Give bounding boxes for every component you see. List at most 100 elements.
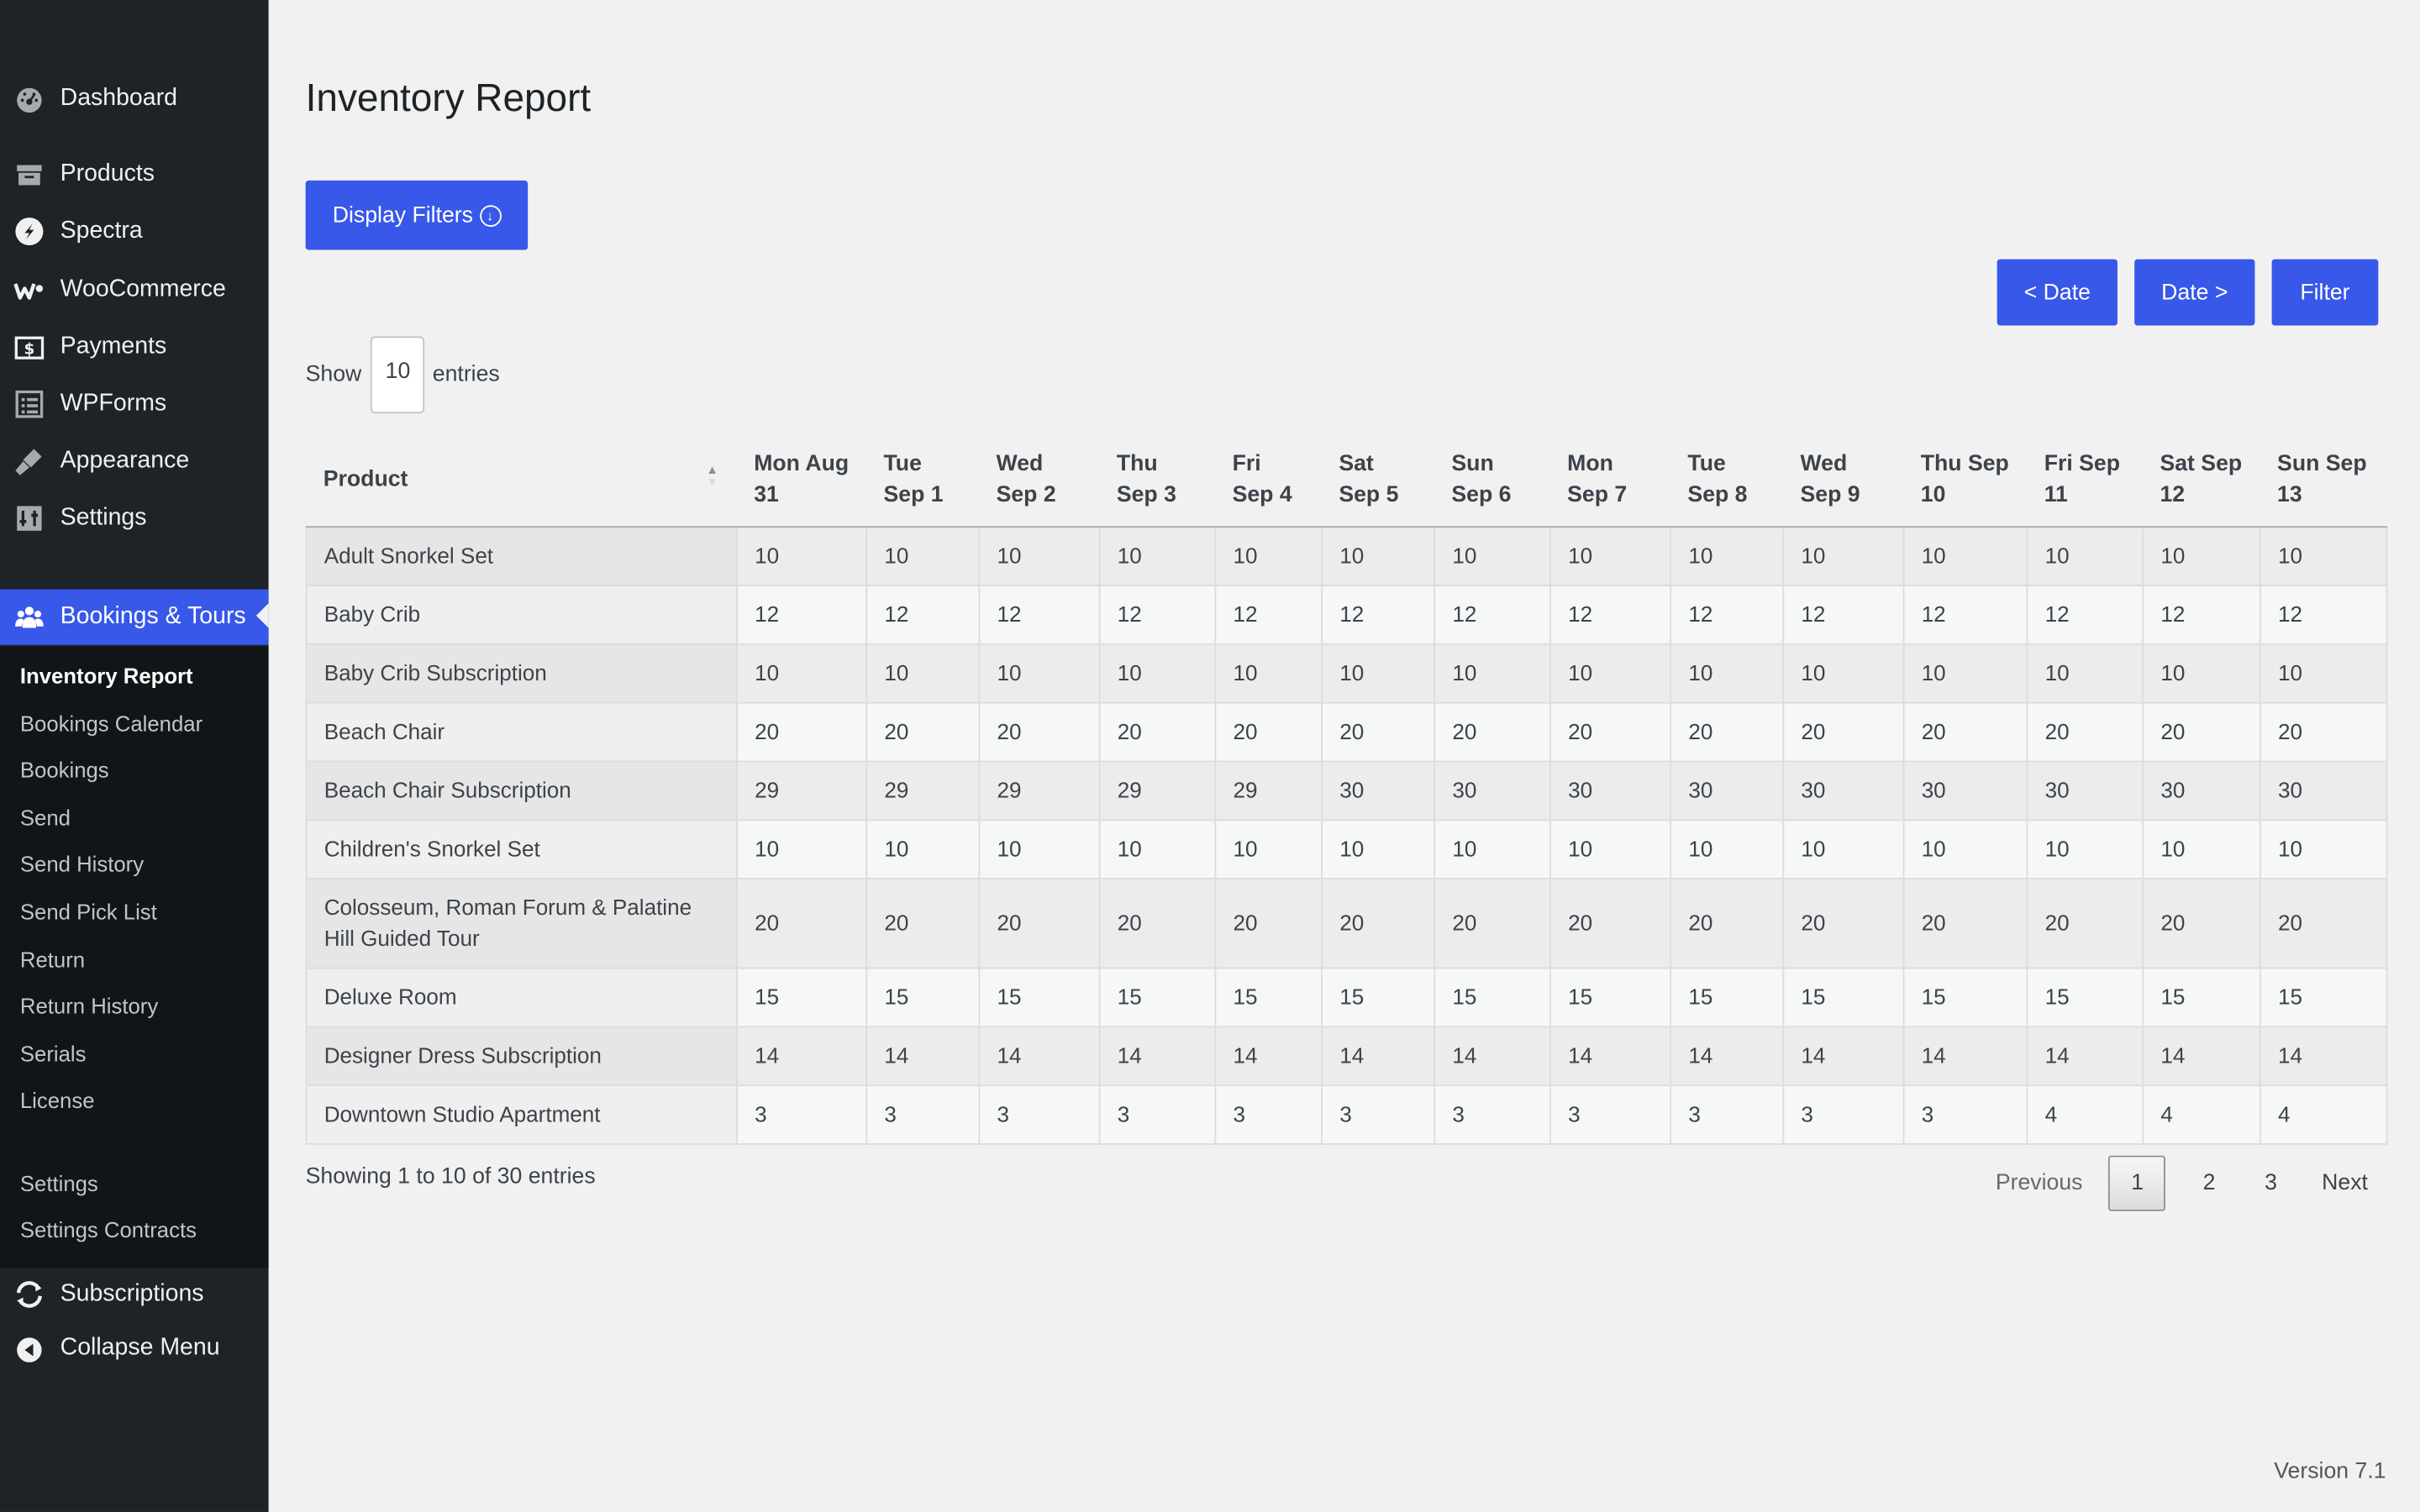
submenu-item-bookings[interactable]: Bookings: [20, 758, 109, 782]
submenu-item-send[interactable]: Send: [20, 806, 71, 830]
inventory-cell: 12: [1321, 585, 1436, 645]
menu-item-spectra[interactable]: Spectra: [0, 205, 269, 257]
column-header-date[interactable]: Fri Sep 4: [1215, 433, 1323, 528]
menu-label: Appearance: [60, 447, 190, 474]
inventory-cell: 10: [978, 819, 1101, 879]
product-cell: Deluxe Room: [305, 967, 738, 1028]
collapse-icon: [14, 1333, 45, 1364]
column-header-product[interactable]: Product ▲ ▼: [306, 433, 738, 528]
submenu-item-inventory-report[interactable]: Inventory Report: [20, 664, 193, 688]
submenu-item-send-pick-list[interactable]: Send Pick List: [20, 900, 157, 924]
inventory-cell: 30: [2142, 760, 2261, 822]
inventory-cell: 15: [2026, 967, 2144, 1028]
column-header-date[interactable]: Tue Sep 8: [1670, 433, 1784, 528]
column-header-date[interactable]: Thu Sep 3: [1099, 433, 1216, 528]
submenu-item-settings-contracts[interactable]: Settings Contracts: [20, 1217, 197, 1242]
inventory-cell: 20: [736, 878, 868, 969]
entries-length-select[interactable]: 10: [371, 336, 425, 414]
date-next-button[interactable]: Date >: [2134, 259, 2255, 326]
pagination-page-3[interactable]: 3: [2246, 1156, 2296, 1211]
column-header-line: Mon Aug: [754, 452, 850, 477]
column-header-line: 13: [2277, 482, 2302, 508]
submenu-item-settings[interactable]: Settings: [20, 1171, 98, 1195]
column-header-line: Wed: [1800, 452, 1848, 477]
submenu-item-license[interactable]: License: [20, 1088, 95, 1112]
pagination-previous[interactable]: Previous: [1981, 1156, 2096, 1211]
inventory-cell: 30: [1782, 760, 1905, 822]
menu-item-payments[interactable]: $ Payments: [0, 321, 269, 373]
submenu-item-return-history[interactable]: Return History: [20, 994, 158, 1018]
pagination-page-2[interactable]: 2: [2185, 1156, 2234, 1211]
column-header-date[interactable]: Mon Sep 7: [1549, 433, 1671, 528]
column-header-line: 10: [1920, 482, 1946, 508]
pagination-page-1[interactable]: 1: [2108, 1155, 2166, 1211]
inventory-cell: 10: [1098, 819, 1217, 879]
menu-item-wpforms[interactable]: WPForms: [0, 378, 269, 430]
inventory-cell: 12: [2142, 585, 2261, 645]
column-header-date[interactable]: Wed Sep 9: [1783, 433, 1904, 528]
collapse-menu-button[interactable]: Collapse Menu: [0, 1322, 269, 1374]
menu-item-dashboard[interactable]: Dashboard: [0, 72, 269, 124]
pagination-next[interactable]: Next: [2302, 1156, 2381, 1211]
date-prev-button[interactable]: < Date: [1996, 259, 2118, 326]
column-header-date[interactable]: Fri Sep 11: [2027, 433, 2144, 528]
display-filters-button[interactable]: Display Filters ↓: [305, 180, 529, 250]
column-header-line: Mon: [1567, 452, 1613, 477]
inventory-cell: 15: [978, 967, 1101, 1028]
column-header-date[interactable]: Sat Sep 12: [2143, 433, 2260, 528]
column-header-date[interactable]: Mon Aug 31: [737, 433, 867, 528]
inventory-cell: 14: [978, 1026, 1101, 1087]
column-header-date[interactable]: Wed Sep 2: [979, 433, 1100, 528]
column-header-date[interactable]: Sun Sep 13: [2260, 433, 2387, 528]
inventory-cell: 10: [1670, 819, 1785, 879]
inventory-cell: 30: [2026, 760, 2144, 822]
submenu-item-return[interactable]: Return: [20, 948, 85, 972]
column-header-line: 11: [2044, 482, 2068, 508]
table-row: Colosseum, Roman Forum & Palatine Hill G…: [305, 878, 2388, 969]
submenu-item-bookings-calendar[interactable]: Bookings Calendar: [20, 711, 203, 736]
payments-icon: $: [14, 332, 45, 363]
inventory-cell: 30: [1549, 760, 1672, 822]
inventory-cell: 20: [865, 878, 981, 969]
filter-button[interactable]: Filter: [2271, 259, 2379, 326]
menu-item-subscriptions[interactable]: Subscriptions: [0, 1268, 269, 1320]
column-header-line: Sat: [1339, 452, 1374, 477]
inventory-cell: 14: [1098, 1026, 1217, 1087]
bookings-submenu: Inventory Report Bookings Calendar Booki…: [0, 646, 269, 1268]
menu-item-products[interactable]: Products: [0, 148, 269, 200]
column-header-line: Sep 1: [883, 482, 944, 508]
inventory-cell: 14: [865, 1026, 981, 1087]
menu-label: Spectra: [60, 217, 143, 244]
product-cell: Beach Chair: [305, 701, 738, 763]
table-row: Deluxe Room 15 15 15 15 15 15 15 15 15 15 15 15 15 15: [305, 967, 2388, 1028]
column-header-line: 12: [2160, 482, 2186, 508]
menu-item-bookings-tours[interactable]: Bookings & Tours: [0, 589, 269, 645]
column-header-date[interactable]: Thu Sep 10: [1903, 433, 2028, 528]
column-header-line: Sep 6: [1451, 482, 1512, 508]
products-icon: [14, 159, 45, 190]
inventory-cell: 10: [1902, 643, 2028, 704]
product-cell: Adult Snorkel Set: [305, 526, 738, 586]
inventory-cell: 10: [2142, 819, 2261, 879]
product-cell: Baby Crib Subscription: [305, 643, 738, 704]
inventory-cell: 10: [1902, 526, 2028, 586]
menu-item-woocommerce[interactable]: WooCommerce: [0, 264, 269, 316]
inventory-cell: 14: [2026, 1026, 2144, 1087]
inventory-cell: 15: [1434, 967, 1551, 1028]
inventory-cell: 10: [865, 526, 981, 586]
menu-item-settings[interactable]: Settings: [0, 492, 269, 544]
menu-item-appearance[interactable]: Appearance: [0, 435, 269, 487]
inventory-cell: 3: [1670, 1084, 1785, 1145]
inventory-cell: 15: [1670, 967, 1785, 1028]
inventory-cell: 3: [1782, 1084, 1905, 1145]
column-header-line: Sep 3: [1116, 482, 1176, 508]
column-header-date[interactable]: Tue Sep 1: [866, 433, 980, 528]
table-row: Adult Snorkel Set 10 10 10 10 10 10 10 10 10 10 10 1…: [305, 526, 2388, 586]
inventory-cell: 30: [1321, 760, 1436, 822]
inventory-cell: 20: [1549, 878, 1672, 969]
column-header-date[interactable]: Sun Sep 6: [1434, 433, 1550, 528]
submenu-item-serials[interactable]: Serials: [20, 1042, 87, 1066]
column-header-date[interactable]: Sat Sep 5: [1322, 433, 1435, 528]
column-header-line: Tue: [883, 452, 922, 477]
submenu-item-send-history[interactable]: Send History: [20, 852, 144, 876]
